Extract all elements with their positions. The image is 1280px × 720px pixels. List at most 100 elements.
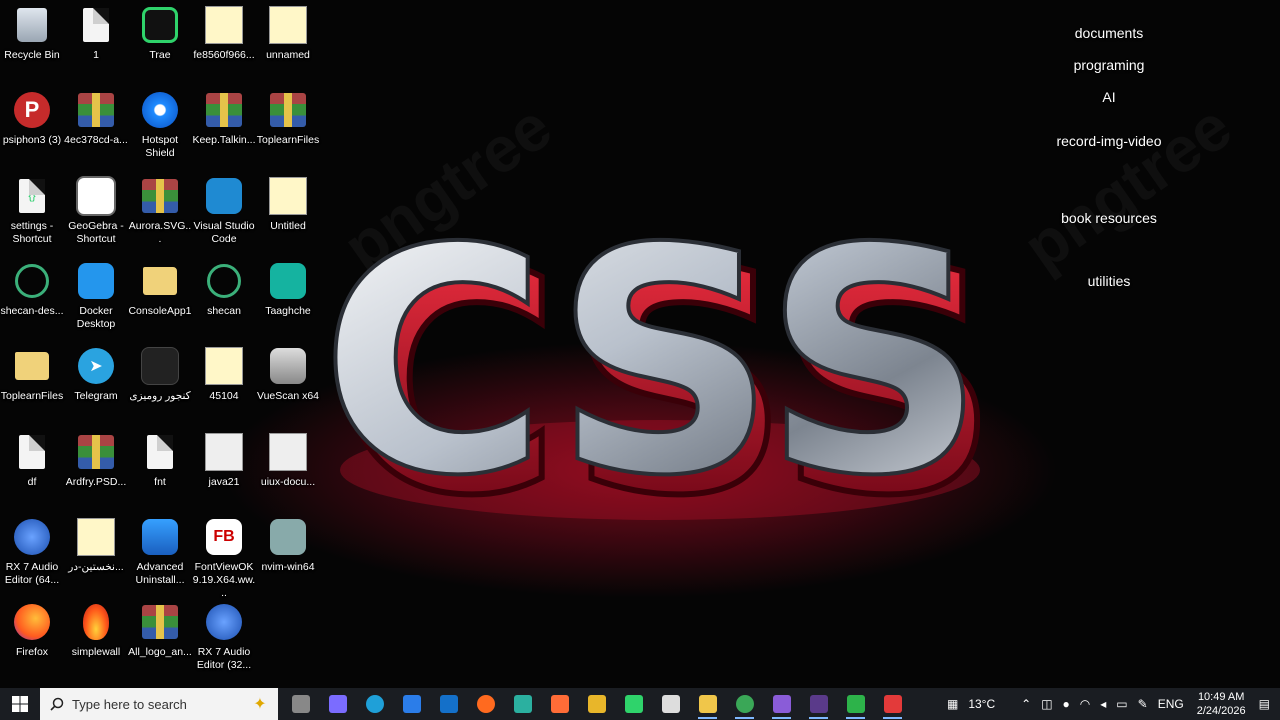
taskbar-search[interactable]: Type here to search ✦ — [40, 688, 278, 720]
battery-icon[interactable]: ▭ — [1111, 697, 1132, 711]
desktop-icon[interactable]: Ppsiphon3 (3) — [0, 90, 64, 147]
taskbar-app[interactable] — [763, 688, 800, 720]
clock[interactable]: 10:49 AM 2/24/2026 — [1189, 690, 1254, 718]
css-text: CSS — [320, 183, 980, 530]
desktop-icon[interactable]: All_logo_an... — [128, 602, 192, 659]
taskbar-app[interactable] — [726, 688, 763, 720]
weather-icon[interactable]: ▦ — [942, 697, 963, 711]
desktop-icon[interactable]: FB FontViewOK 9.19.X64.ww... — [192, 517, 256, 600]
desktop-icon[interactable]: Untitled — [256, 176, 320, 233]
taskbar-app[interactable] — [689, 688, 726, 720]
desktop-icon[interactable]: Docker Desktop — [64, 261, 128, 331]
desktop-icon[interactable]: df — [0, 432, 64, 489]
desktop-icon[interactable]: VueScan x64 — [256, 346, 320, 403]
winrar-icon — [140, 602, 180, 642]
desktop-icon-label: fe8560f966... — [193, 49, 255, 61]
desktop-icon[interactable]: nvim-win64 — [256, 517, 320, 574]
desktop-icon[interactable]: ConsoleApp1 — [128, 261, 192, 318]
desktop-icon[interactable]: shecan — [192, 261, 256, 318]
chrome-icon — [735, 695, 754, 713]
camera-icon[interactable]: ◫ — [1036, 697, 1057, 711]
desktop-icon[interactable]: shecan-des... — [0, 261, 64, 318]
chevron-up-icon[interactable]: ⌃ — [1016, 697, 1036, 711]
desktop-icon[interactable]: RX 7 Audio Editor (64... — [0, 517, 64, 587]
desktop-icon[interactable]: RX 7 Audio Editor (32... — [192, 602, 256, 672]
flame-icon — [76, 602, 116, 642]
desktop-icon[interactable]: simplewall — [64, 602, 128, 659]
folder-record-img-video[interactable]: record-img-video — [1009, 133, 1209, 149]
taskbar-app[interactable] — [652, 688, 689, 720]
folder-programing[interactable]: programing — [1009, 57, 1209, 73]
taskbar-app[interactable] — [282, 688, 319, 720]
taskbar-app[interactable] — [800, 688, 837, 720]
taskbar-app[interactable] — [874, 688, 911, 720]
language-indicator[interactable]: ENG — [1153, 697, 1189, 711]
desktop-icon-label: VueScan x64 — [256, 390, 320, 402]
file-icon — [12, 432, 52, 472]
desktop-icon[interactable]: 1 — [64, 5, 128, 62]
desktop-icon[interactable]: Advanced Uninstall... — [128, 517, 192, 587]
wifi-icon[interactable]: ◠ — [1075, 697, 1095, 711]
desktop-icon[interactable]: fe8560f966... — [192, 5, 256, 62]
file-explorer-icon — [698, 695, 717, 713]
microphone-icon[interactable]: ● — [1058, 697, 1075, 711]
desktop-icon[interactable]: 45104 — [192, 346, 256, 403]
desktop-icon[interactable]: Visual Studio Code — [192, 176, 256, 246]
taskbar-app[interactable] — [319, 688, 356, 720]
taskbar-app[interactable] — [356, 688, 393, 720]
desktop-icon[interactable]: fnt — [128, 432, 192, 489]
desktop-icon[interactable]: Keep.Talkin... — [192, 90, 256, 147]
desktop-icon[interactable]: Ardfry.PSD... — [64, 432, 128, 489]
desktop-icon[interactable]: Hotspot Shield — [128, 90, 192, 160]
desktop-icon-label: Telegram — [74, 390, 118, 402]
desktop-icon-label: Ardfry.PSD... — [65, 476, 127, 488]
desktop-icon-label: FontViewOK 9.19.X64.ww... — [192, 561, 256, 599]
desktop-icon[interactable]: نخستین-در... — [64, 517, 128, 574]
time: 10:49 AM — [1197, 691, 1245, 703]
taskbar-app[interactable] — [578, 688, 615, 720]
desktop-icon[interactable]: GeoGebra - Shortcut — [64, 176, 128, 246]
pen-icon[interactable]: ✎ — [1133, 697, 1153, 711]
taskbar-app[interactable] — [504, 688, 541, 720]
desktop-icon[interactable]: کنجور رومیزی — [128, 346, 192, 403]
taskbar-app[interactable] — [393, 688, 430, 720]
sparkle-icon[interactable]: ✦ — [242, 688, 278, 720]
desktop-icon[interactable]: uiux-docu... — [256, 432, 320, 489]
taskbar-app[interactable] — [837, 688, 874, 720]
desktop-icon[interactable]: ➤ Telegram — [64, 346, 128, 403]
desktop-icon[interactable]: ToplearnFiles — [0, 346, 64, 403]
folder-icon — [140, 261, 180, 301]
desktop-icon[interactable]: {} settings - Shortcut — [0, 176, 64, 246]
desktop-icon[interactable]: Recycle Bin — [0, 5, 64, 62]
desktop-icon-label: Firefox — [15, 646, 49, 658]
vscode-icon — [204, 176, 244, 216]
camtasia-recorder-icon — [883, 695, 902, 713]
start-button[interactable] — [0, 688, 40, 720]
paint-icon — [587, 695, 606, 713]
folder-utilities[interactable]: utilities — [1009, 273, 1209, 289]
desktop-icon[interactable]: Firefox — [0, 602, 64, 659]
desktop-icon-label: نخستین-در... — [68, 561, 124, 573]
desktop-icon[interactable]: Taaghche — [256, 261, 320, 318]
folder-documents[interactable]: documents — [1009, 25, 1209, 41]
desktop-icon-label: shecan — [207, 305, 241, 317]
desktop-icon[interactable]: java21 — [192, 432, 256, 489]
volume-icon[interactable]: ◂ — [1095, 697, 1111, 711]
temperature[interactable]: 13°C — [963, 697, 1000, 711]
desktop-icon[interactable]: ToplearnFiles — [256, 90, 320, 147]
taskbar-app[interactable] — [467, 688, 504, 720]
folder-ai[interactable]: AI — [1009, 89, 1209, 105]
taskbar-app[interactable] — [541, 688, 578, 720]
desktop-icon[interactable]: 4ec378cd-a... — [64, 90, 128, 147]
taskbar-app[interactable] — [430, 688, 467, 720]
desktop-icon-label: simplewall — [71, 646, 121, 658]
taaghche-icon — [268, 261, 308, 301]
desktop-icon[interactable]: unnamed — [256, 5, 320, 62]
desktop-icon-label: Recycle Bin — [4, 49, 60, 61]
taskbar-app[interactable] — [615, 688, 652, 720]
desktop-icon[interactable]: Trae — [128, 5, 192, 62]
desktop-icon-label: 1 — [93, 49, 99, 61]
desktop-icon[interactable]: Aurora.SVG... — [128, 176, 192, 246]
folder-book-resources[interactable]: book resources — [1009, 210, 1209, 226]
notifications-icon[interactable]: ▤ — [1254, 697, 1280, 711]
